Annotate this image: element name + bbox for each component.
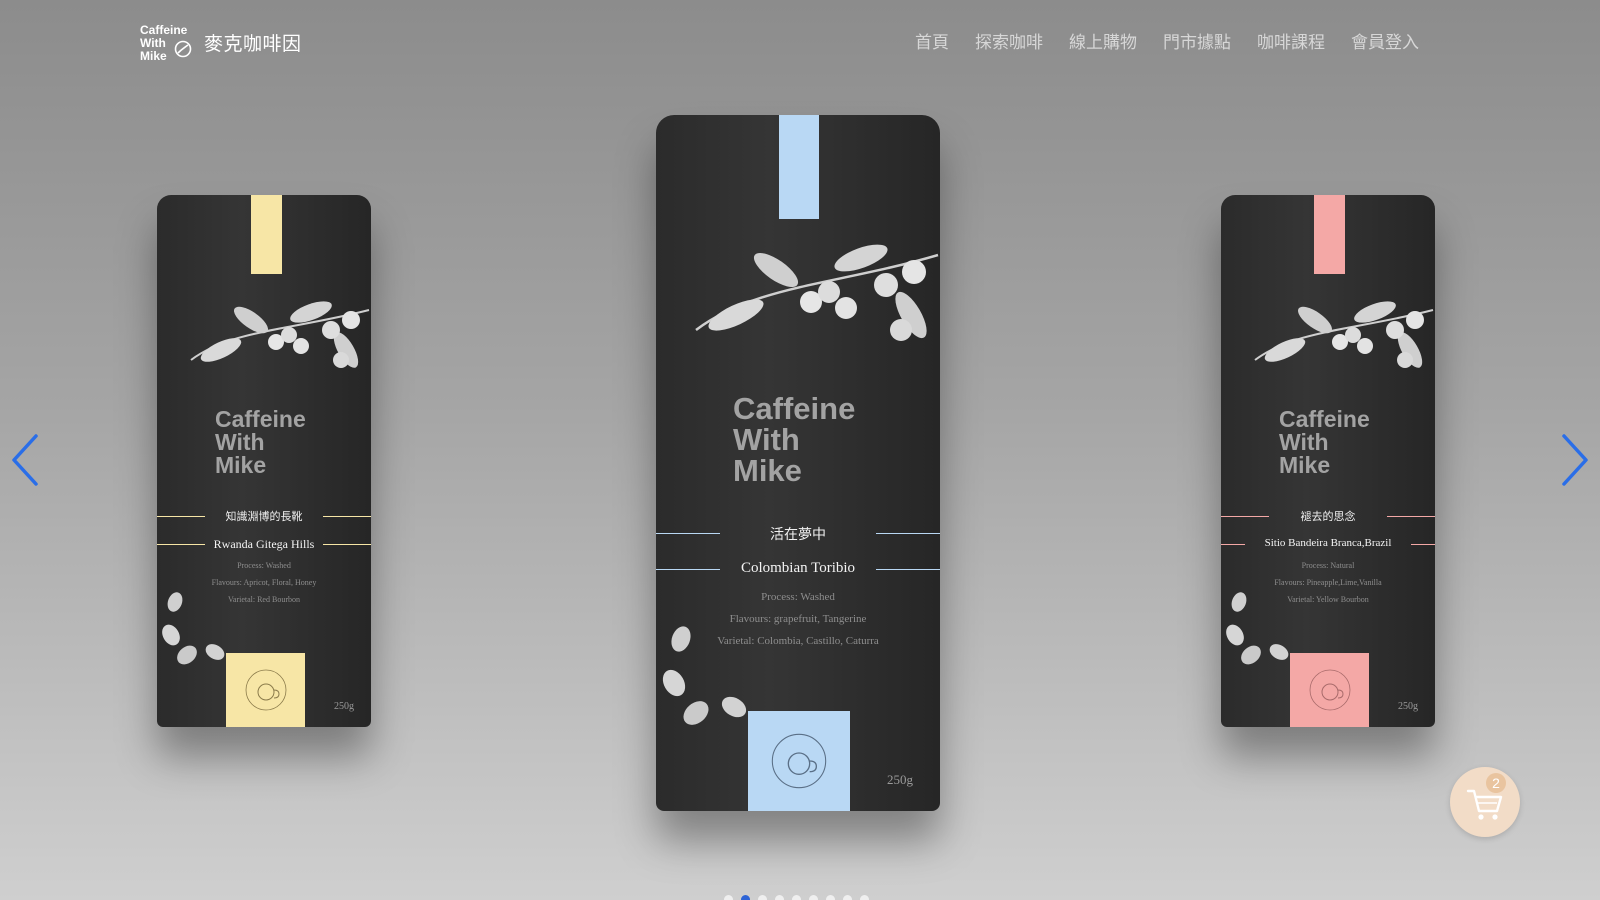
cart-button[interactable]: 2	[1450, 767, 1520, 837]
coffee-beans-illustration	[662, 626, 747, 725]
bag-chinese-name: 知識淵博的長靴	[225, 510, 303, 523]
bag-color-tab	[251, 195, 282, 274]
bag-process: Process: Washed	[237, 561, 291, 570]
bag-flavours: Flavours: grapefruit, Tangerine	[729, 613, 867, 625]
carousel-prev-button[interactable]	[8, 432, 44, 488]
coffee-bean-icon	[174, 40, 192, 58]
bag-stamp	[748, 711, 850, 811]
coffee-branch-illustration	[1254, 301, 1434, 368]
coffee-cup-logo-icon	[771, 733, 827, 789]
product-card-rwanda[interactable]: Caffeine With Mike 知識淵博的長靴 Rwanda Gitega…	[157, 195, 371, 727]
pagination-dot[interactable]	[741, 895, 750, 900]
bag-brand: Caffeine With Mike	[733, 391, 856, 488]
bag-process: Process: Natural	[1301, 561, 1355, 570]
nav-store-locations[interactable]: 門市據點	[1150, 28, 1244, 53]
chevron-right-icon	[1562, 434, 1588, 486]
nav-member-login[interactable]: 會員登入	[1338, 28, 1432, 53]
nav-explore-coffee[interactable]: 探索咖啡	[962, 28, 1056, 53]
logo-line-3: Mike	[140, 49, 167, 63]
main-nav: 首頁 探索咖啡 線上購物 門市據點 咖啡課程 會員登入	[902, 28, 1432, 53]
bag-color-tab	[779, 115, 819, 219]
bag-brand: Caffeine With Mike	[1279, 406, 1370, 478]
coffee-cup-logo-icon	[1309, 669, 1350, 711]
pagination-dot[interactable]	[724, 895, 733, 900]
logo-line-1: Caffeine	[140, 23, 188, 37]
bag-weight: 250g	[1398, 701, 1418, 712]
bag-process: Process: Washed	[761, 591, 835, 603]
logo[interactable]: Caffeine With Mike 麥克咖啡因	[140, 22, 302, 62]
coffee-branch-illustration	[190, 301, 370, 368]
carousel-pagination	[724, 895, 869, 900]
bag-flavours: Flavours: Apricot, Floral, Honey	[211, 578, 317, 587]
bag-flavours: Flavours: Pineapple,Lime,Vanilla	[1274, 578, 1382, 587]
bag-product-name: Colombian Toribio	[740, 560, 856, 576]
nav-home[interactable]: 首頁	[902, 28, 962, 53]
coffee-beans-illustration	[162, 592, 225, 665]
pagination-dot[interactable]	[792, 895, 801, 900]
bag-weight: 250g	[887, 772, 913, 787]
chevron-left-icon	[12, 434, 38, 486]
product-card-colombian[interactable]: Caffeine With Mike 活在夢中 Colombian Toribi…	[656, 115, 940, 811]
cart-count-badge: 2	[1486, 773, 1506, 793]
pagination-dot[interactable]	[809, 895, 818, 900]
pagination-dot[interactable]	[843, 895, 852, 900]
bag-stamp	[1290, 653, 1369, 727]
pagination-dot[interactable]	[758, 895, 767, 900]
bag-chinese-name: 活在夢中	[770, 527, 826, 543]
nav-online-shop[interactable]: 線上購物	[1056, 28, 1150, 53]
logo-line-2: With	[140, 36, 166, 50]
bag-weight: 250g	[334, 701, 354, 712]
coffee-beans-illustration	[1226, 592, 1289, 665]
carousel-next-button[interactable]	[1556, 432, 1592, 488]
bag-chinese-name: 褪去的思念	[1300, 510, 1356, 523]
brand-name: 麥克咖啡因	[204, 32, 302, 55]
nav-coffee-courses[interactable]: 咖啡課程	[1244, 28, 1338, 53]
bag-product-name: Rwanda Gitega Hills	[213, 537, 315, 551]
bag-color-tab	[1314, 195, 1345, 274]
header: Caffeine With Mike 麥克咖啡因 首頁 探索咖啡 線上購物 門市…	[0, 0, 1600, 86]
logo-mark: Caffeine With Mike	[140, 22, 194, 62]
coffee-branch-illustration	[695, 244, 939, 341]
coffee-cup-logo-icon	[245, 669, 286, 711]
bag-stamp	[226, 653, 305, 727]
pagination-dot[interactable]	[775, 895, 784, 900]
pagination-dot[interactable]	[860, 895, 869, 900]
cart-icon	[1466, 789, 1503, 820]
pagination-dot[interactable]	[826, 895, 835, 900]
product-card-brazil[interactable]: Caffeine With Mike 褪去的思念 Sitio Bandeira …	[1221, 195, 1435, 727]
bag-brand: Caffeine With Mike	[215, 406, 306, 478]
page: Caffeine With Mike 麥克咖啡因 首頁 探索咖啡 線上購物 門市…	[0, 0, 1600, 900]
bag-product-name: Sitio Bandeira Branca,Brazil	[1264, 537, 1392, 549]
